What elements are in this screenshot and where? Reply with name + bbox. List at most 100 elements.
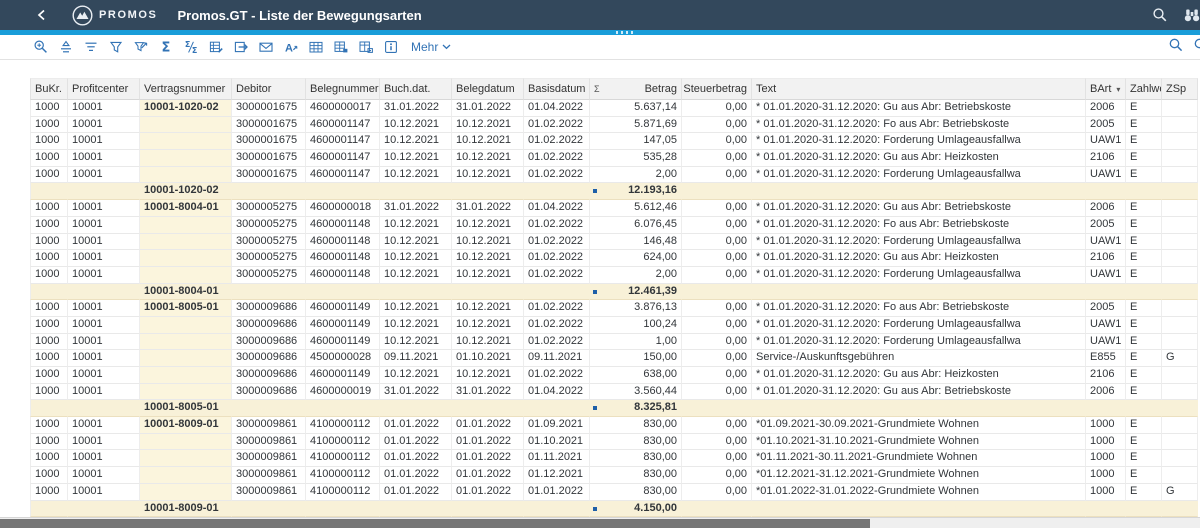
table-cell[interactable]: 1000 (30, 267, 68, 284)
table-cell[interactable]: * 01.01.2020-31.12.2020: Forderung Umlag… (752, 133, 1086, 150)
table-cell[interactable]: 1000 (1086, 450, 1126, 467)
table-cell[interactable]: 1000 (30, 334, 68, 351)
column-header-debitor[interactable]: Debitor (232, 78, 306, 100)
table-cell[interactable]: Service-/Auskunftsgebühren (752, 350, 1086, 367)
table-cell[interactable]: UAW1 (1086, 267, 1126, 284)
table-cell[interactable]: 1000 (30, 367, 68, 384)
table-cell[interactable] (140, 367, 232, 384)
table-cell[interactable] (140, 267, 232, 284)
table-cell[interactable]: 3000009861 (232, 467, 306, 484)
table-cell[interactable] (140, 434, 232, 451)
table-cell[interactable]: 4100000112 (306, 434, 380, 451)
subtotal-cell[interactable] (524, 501, 590, 518)
table-cell[interactable]: 2,00 (590, 167, 682, 184)
table-cell[interactable]: 4600001147 (306, 150, 380, 167)
table-cell[interactable]: 01.02.2022 (524, 150, 590, 167)
table-cell[interactable]: 01.01.2022 (380, 467, 452, 484)
table-row[interactable]: 1000100013000001675460000114710.12.20211… (30, 167, 1198, 184)
table-cell[interactable]: UAW1 (1086, 317, 1126, 334)
subtotal-amount-cell[interactable]: 4.150,00 (590, 501, 682, 518)
table-cell[interactable]: 4600001148 (306, 234, 380, 251)
table-cell[interactable]: 4600001149 (306, 300, 380, 317)
table-cell[interactable]: 10.12.2021 (380, 133, 452, 150)
subtotal-cell[interactable] (232, 284, 306, 301)
subtotal-cell[interactable] (380, 400, 452, 417)
table-cell[interactable]: 3000001675 (232, 100, 306, 117)
table-cell[interactable]: 4100000112 (306, 467, 380, 484)
subtotal-cell[interactable] (68, 501, 140, 518)
table-cell[interactable]: 01.01.2022 (452, 434, 524, 451)
table-cell[interactable]: 10.12.2021 (452, 300, 524, 317)
table-cell[interactable]: 01.02.2022 (524, 234, 590, 251)
table-cell[interactable]: 10.12.2021 (452, 217, 524, 234)
table-cell[interactable]: 3000009861 (232, 434, 306, 451)
subtotal-cell[interactable] (1126, 183, 1162, 200)
table-cell[interactable]: 4100000112 (306, 484, 380, 501)
subtotal-cell[interactable] (682, 183, 752, 200)
subtotal-cell[interactable] (1126, 400, 1162, 417)
table-cell[interactable]: 1000 (1086, 484, 1126, 501)
table-cell[interactable]: 2006 (1086, 384, 1126, 401)
table-cell[interactable]: E (1126, 484, 1162, 501)
table-cell[interactable]: 01.01.2022 (452, 417, 524, 434)
table-cell[interactable]: 10001 (68, 100, 140, 117)
table-cell[interactable]: 1000 (1086, 467, 1126, 484)
table-cell[interactable]: 0,00 (682, 367, 752, 384)
table-cell[interactable]: 1000 (30, 484, 68, 501)
table-cell[interactable]: E (1126, 200, 1162, 217)
table-cell[interactable]: 535,28 (590, 150, 682, 167)
table-cell[interactable]: 146,48 (590, 234, 682, 251)
table-cell[interactable]: 0,00 (682, 384, 752, 401)
table-cell[interactable]: 4600001148 (306, 250, 380, 267)
table-row[interactable]: 1000100013000005275460000114810.12.20211… (30, 217, 1198, 234)
table-cell[interactable]: 10001-8005-01 (140, 300, 232, 317)
table-cell[interactable]: E (1126, 117, 1162, 134)
table-row[interactable]: 1000100013000009861410000011201.01.20220… (30, 484, 1198, 501)
table-cell[interactable]: 0,00 (682, 434, 752, 451)
table-cell[interactable]: 1000 (30, 167, 68, 184)
table-row[interactable]: 10001000110001-8009-01300000986141000001… (30, 417, 1198, 434)
table-cell[interactable]: * 01.01.2020-31.12.2020: Forderung Umlag… (752, 317, 1086, 334)
table-cell[interactable]: 3000009686 (232, 384, 306, 401)
table-cell[interactable]: 3000005275 (232, 250, 306, 267)
subtotal-cell[interactable] (68, 183, 140, 200)
table-cell[interactable]: * 01.01.2020-31.12.2020: Fo aus Abr: Bet… (752, 300, 1086, 317)
subtotal-cell[interactable] (380, 501, 452, 518)
table-cell[interactable]: 4600001148 (306, 217, 380, 234)
spreadsheet-button[interactable] (303, 36, 328, 58)
table-cell[interactable]: 10001-1020-02 (140, 100, 232, 117)
table-cell[interactable]: G (1162, 484, 1198, 501)
table-cell[interactable]: 10001 (68, 417, 140, 434)
table-cell[interactable]: UAW1 (1086, 133, 1126, 150)
subtotal-cell[interactable] (752, 501, 1086, 518)
table-row[interactable]: 1000100013000009686460000001931.01.20223… (30, 384, 1198, 401)
table-cell[interactable]: 01.01.2022 (380, 450, 452, 467)
info-button[interactable] (378, 36, 403, 58)
subtotal-cell[interactable] (1162, 284, 1198, 301)
table-cell[interactable]: 1000 (1086, 417, 1126, 434)
subtotal-cell[interactable] (306, 501, 380, 518)
sort-descending-button[interactable] (78, 36, 103, 58)
table-cell[interactable]: 10001 (68, 484, 140, 501)
subtotal-key-cell[interactable]: 10001-8004-01 (140, 284, 232, 301)
table-cell[interactable] (1162, 384, 1198, 401)
column-header-zsp[interactable]: ZSp (1162, 78, 1198, 100)
table-cell[interactable]: * 01.01.2020-31.12.2020: Forderung Umlag… (752, 167, 1086, 184)
table-cell[interactable]: 01.04.2022 (524, 100, 590, 117)
table-row[interactable]: 1000100013000009861410000011201.01.20220… (30, 467, 1198, 484)
table-cell[interactable]: 0,00 (682, 133, 752, 150)
table-cell[interactable]: E (1126, 167, 1162, 184)
table-cell[interactable]: 10.12.2021 (380, 167, 452, 184)
table-cell[interactable] (140, 484, 232, 501)
subtotal-cell[interactable] (30, 183, 68, 200)
table-cell[interactable]: 01.01.2022 (380, 484, 452, 501)
table-cell[interactable]: 1000 (30, 467, 68, 484)
toolbar-search-button[interactable] (1168, 37, 1184, 56)
subtotal-cell[interactable] (452, 400, 524, 417)
table-cell[interactable]: 10001 (68, 367, 140, 384)
table-row[interactable]: 10001000110001-8005-01300000968646000011… (30, 300, 1198, 317)
table-cell[interactable]: 4600000019 (306, 384, 380, 401)
table-cell[interactable]: 1000 (30, 450, 68, 467)
table-cell[interactable]: * 01.01.2020-31.12.2020: Gu aus Abr: Bet… (752, 200, 1086, 217)
table-cell[interactable]: 4600000017 (306, 100, 380, 117)
